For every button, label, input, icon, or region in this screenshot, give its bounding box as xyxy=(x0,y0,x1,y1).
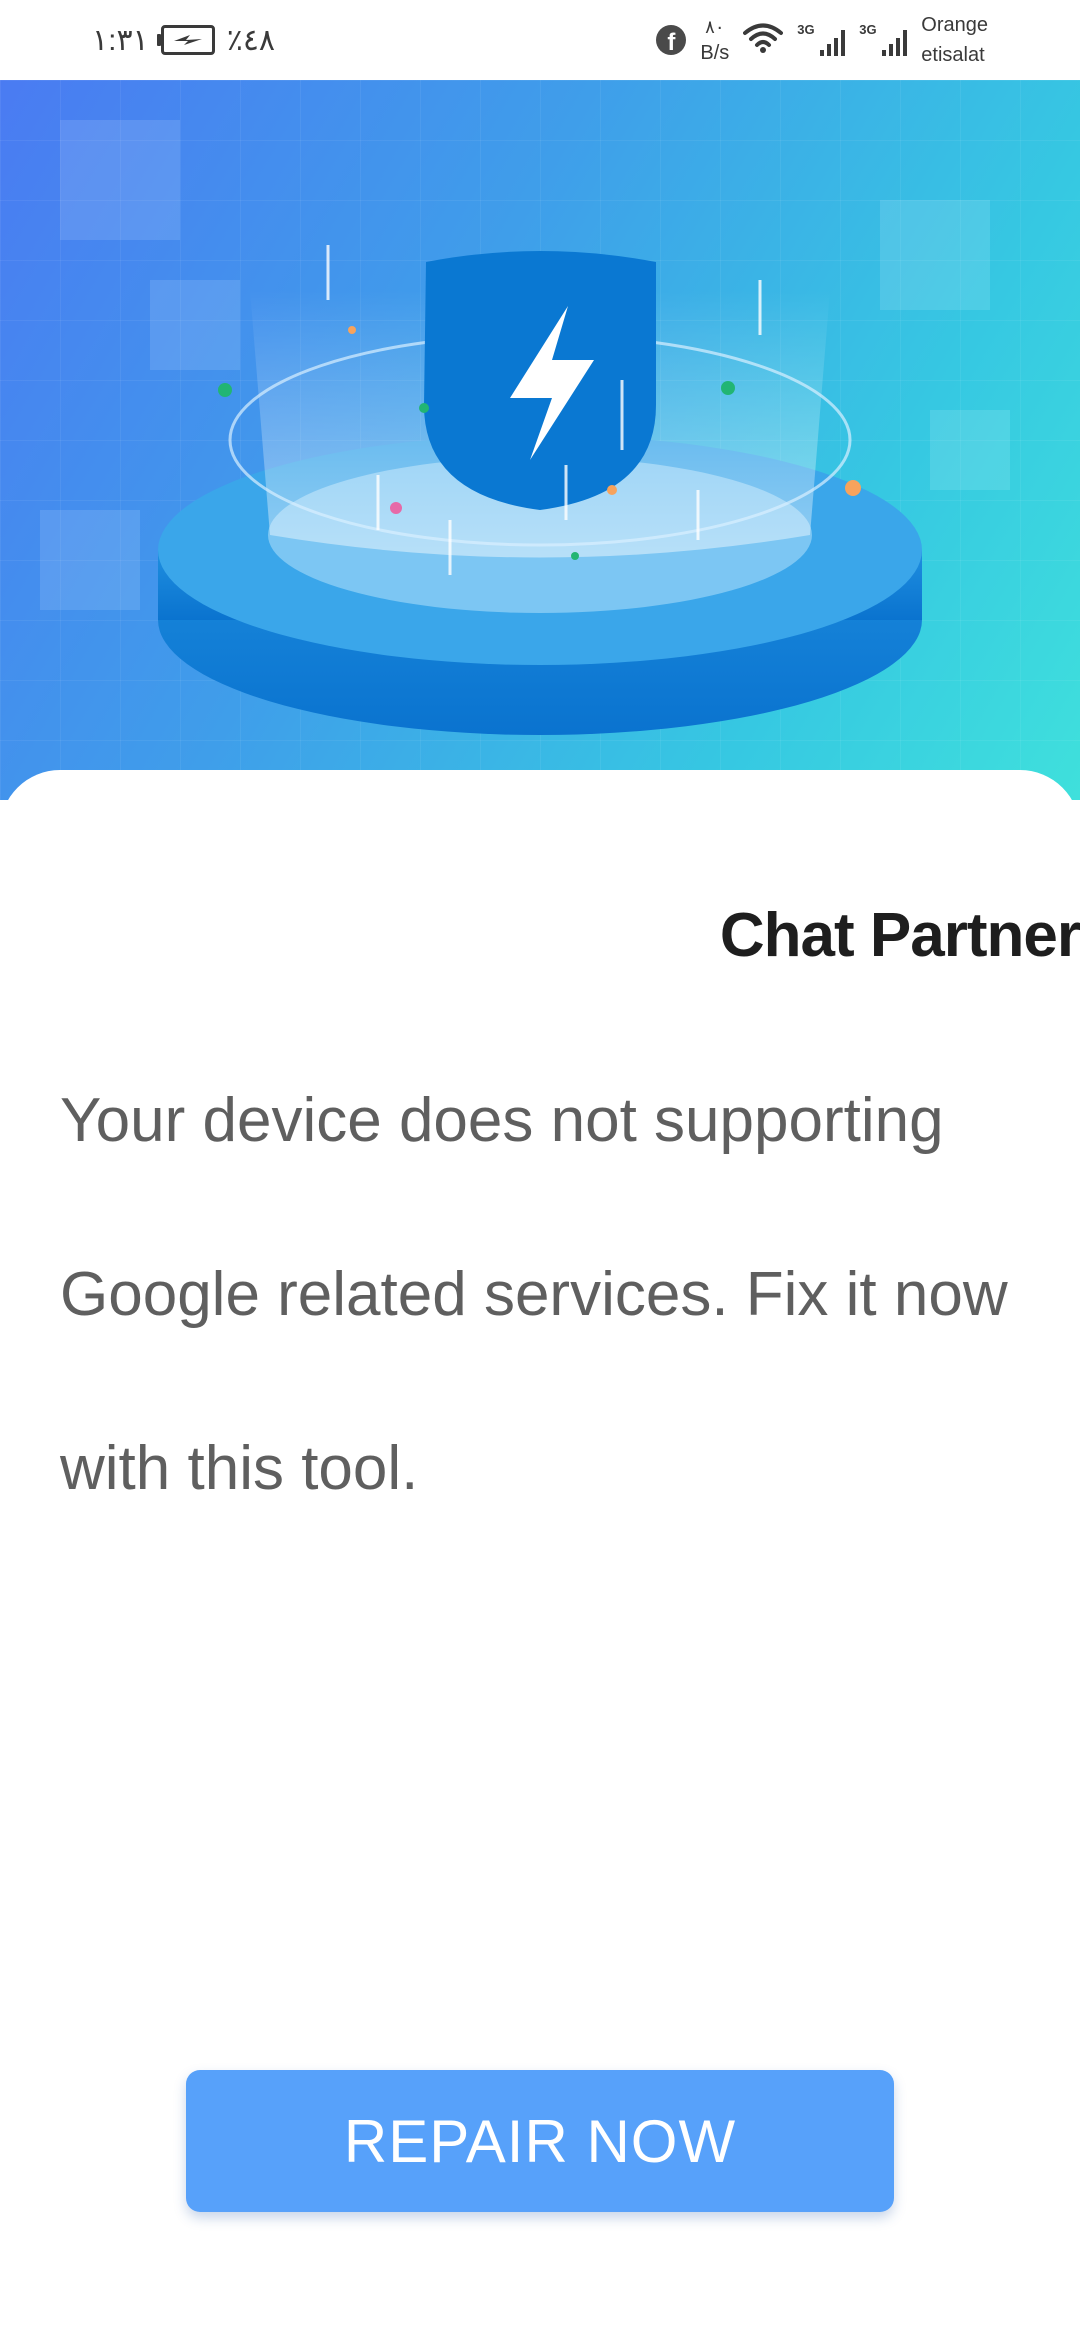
network-speed-unit: B/s xyxy=(700,42,730,64)
wifi-icon xyxy=(743,22,784,59)
signal-icon: 3G xyxy=(797,20,846,60)
repair-now-button[interactable]: REPAIR NOW xyxy=(186,2070,894,2212)
battery-percent: ٪٤٨ xyxy=(226,23,276,57)
status-left: ١:٣١ ٪٤٨ xyxy=(92,0,275,80)
sim-1-network-type: 3G xyxy=(797,22,815,37)
warning-message: Your device does not supporting Google r… xyxy=(60,1086,1008,1503)
hero-banner xyxy=(0,80,1080,800)
clock: ١:٣١ xyxy=(92,23,149,57)
signal-icon: 3G xyxy=(859,20,908,60)
network-speed-value: ٨٠ xyxy=(705,17,725,37)
battery-charging-icon xyxy=(156,25,215,55)
facebook-icon: f xyxy=(656,25,687,55)
app-name-title: Chat Partner xyxy=(719,901,1080,970)
carrier-line-1: Orange xyxy=(921,14,988,36)
sim-2-network-type: 3G xyxy=(859,22,877,37)
hero-illustration xyxy=(40,120,1010,735)
carrier-name: Orange etisalat xyxy=(921,10,988,70)
carrier-line-2: etisalat xyxy=(921,44,985,66)
network-speed: ٨٠ B/s xyxy=(700,14,729,66)
status-bar: ١:٣١ ٪٤٨ f ٨٠ B/s 3G 3G Orange etisalat xyxy=(0,0,1080,80)
status-right: f ٨٠ B/s 3G 3G Orange etisalat xyxy=(656,0,988,80)
